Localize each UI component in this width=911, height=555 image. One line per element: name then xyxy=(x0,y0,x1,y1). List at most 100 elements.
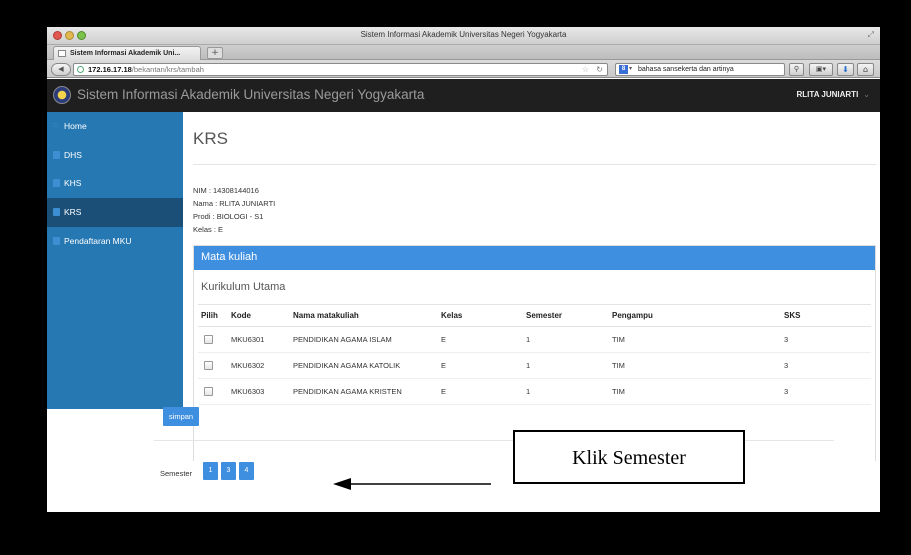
download-icon: ⬇ xyxy=(842,65,849,74)
course-table: Pilih Kode Nama matakuliah Kelas Semeste… xyxy=(198,304,871,405)
window-title: Sistem Informasi Akademik Universitas Ne… xyxy=(360,30,567,39)
back-button[interactable]: ◀ xyxy=(51,63,71,76)
page-title: KRS xyxy=(193,129,228,148)
course-class: E xyxy=(441,326,526,353)
course-name: PENDIDIKAN AGAMA KATOLIK xyxy=(293,352,441,379)
browser-tab[interactable]: Sistem Informasi Akademik Uni... xyxy=(53,46,201,60)
tab-bar: Sistem Informasi Akademik Uni... + xyxy=(47,45,880,60)
divider xyxy=(193,164,876,165)
student-nim: NIM : 14308144016 xyxy=(193,186,259,195)
sidebar-item-dhs[interactable]: DHS xyxy=(47,141,183,170)
home-icon: ⌂ xyxy=(53,120,58,129)
url-host: 172.16.17.18 xyxy=(88,65,132,74)
sidebar-item-label: KRS xyxy=(64,207,82,217)
column-header: Kode xyxy=(231,304,293,327)
column-header: Nama matakuliah xyxy=(293,304,441,327)
table-row: MKU6301 PENDIDIKAN AGAMA ISLAM E 1 TIM 3 xyxy=(198,326,871,353)
navigation-toolbar: ◀ 172.16.17.18/bekantan/krs/tambah ☆ ↻ 8… xyxy=(47,60,880,78)
annotation-callout: Klik Semester xyxy=(513,430,745,484)
course-class: E xyxy=(441,378,526,405)
magnifier-icon: ⚲ xyxy=(793,65,800,73)
course-lecturer: TIM xyxy=(612,352,784,379)
semester-button-1[interactable]: 1 xyxy=(203,462,218,480)
course-name: PENDIDIKAN AGAMA ISLAM xyxy=(293,326,441,353)
search-input[interactable]: 8 ▾ bahasa sansekerta dan artinya xyxy=(615,63,785,76)
bookmarks-button[interactable]: ▣▾ xyxy=(809,63,833,76)
sidebar-item-khs[interactable]: KHS xyxy=(47,169,183,198)
star-icon[interactable]: ☆ xyxy=(582,64,589,75)
document-icon xyxy=(53,179,60,187)
web-page: Sistem Informasi Akademik Universitas Ne… xyxy=(47,79,880,512)
sidebar-item-pendaftaran-mku[interactable]: Pendaftaran MKU xyxy=(47,227,183,256)
home-button[interactable]: ⌂ xyxy=(857,63,874,76)
table-row: MKU6303 PENDIDIKAN AGAMA KRISTEN E 1 TIM… xyxy=(198,378,871,405)
save-button[interactable]: simpan xyxy=(163,407,199,426)
course-sks: 3 xyxy=(784,378,871,405)
search-button[interactable]: ⚲ xyxy=(789,63,804,76)
semester-button-3[interactable]: 3 xyxy=(221,462,236,480)
student-name: Nama : RLITA JUNIARTI xyxy=(193,199,276,208)
semester-button-4[interactable]: 4 xyxy=(239,462,254,480)
sidebar-item-label: DHS xyxy=(64,150,82,160)
user-menu[interactable]: RLITA JUNIARTI ⌄ xyxy=(797,90,870,99)
search-engine-icon[interactable]: 8 xyxy=(619,65,628,74)
sidebar-item-label: Home xyxy=(64,121,87,131)
reload-icon[interactable]: ↻ xyxy=(596,64,603,75)
course-name: PENDIDIKAN AGAMA KRISTEN xyxy=(293,378,441,405)
document-icon xyxy=(53,208,60,216)
annotation-arrow-icon xyxy=(333,478,491,490)
curriculum-heading: Kurikulum Utama xyxy=(201,281,286,293)
column-header: SKS xyxy=(784,304,871,327)
panel-title: Mata kuliah xyxy=(194,246,875,270)
select-cell xyxy=(198,352,231,379)
course-lecturer: TIM xyxy=(612,326,784,353)
bookmarks-icon: ▣▾ xyxy=(815,65,827,73)
select-cell xyxy=(198,326,231,353)
course-semester: 1 xyxy=(526,326,612,353)
column-header: Pilih xyxy=(198,304,231,327)
university-logo xyxy=(53,86,71,104)
home-icon: ⌂ xyxy=(862,65,869,74)
column-header: Pengampu xyxy=(612,304,784,327)
back-icon: ◀ xyxy=(58,65,64,73)
sidebar-item-label: KHS xyxy=(64,178,82,188)
course-class: E xyxy=(441,352,526,379)
course-semester: 1 xyxy=(526,378,612,405)
callout-text: Klik Semester xyxy=(572,447,686,469)
course-sks: 3 xyxy=(784,352,871,379)
user-name: RLITA JUNIARTI xyxy=(796,90,859,99)
table-header-row: Pilih Kode Nama matakuliah Kelas Semeste… xyxy=(198,304,871,327)
globe-icon xyxy=(77,66,84,73)
site-title[interactable]: Sistem Informasi Akademik Universitas Ne… xyxy=(77,87,424,102)
select-cell xyxy=(198,378,231,405)
select-checkbox[interactable] xyxy=(204,387,213,397)
new-tab-button[interactable]: + xyxy=(207,47,223,59)
select-checkbox[interactable] xyxy=(204,361,213,371)
sidebar: ⌂ Home DHS KHS KRS Pendaftaran MKU xyxy=(47,112,183,409)
student-class: Kelas : E xyxy=(193,225,224,234)
student-prodi: Prodi : BIOLOGI - S1 xyxy=(193,212,264,221)
select-checkbox[interactable] xyxy=(204,335,213,345)
download-button[interactable]: ⬇ xyxy=(837,63,854,76)
document-icon xyxy=(53,237,60,245)
course-sks: 3 xyxy=(784,326,871,353)
address-bar[interactable]: 172.16.17.18/bekantan/krs/tambah ☆ ↻ xyxy=(73,63,608,76)
fullscreen-icon[interactable]: ⤢ xyxy=(868,30,874,40)
chevron-down-icon: ▾ xyxy=(629,66,633,72)
sidebar-item-home[interactable]: ⌂ Home xyxy=(47,112,183,141)
course-code: MKU6301 xyxy=(231,326,293,353)
sidebar-item-label: Pendaftaran MKU xyxy=(64,236,132,246)
sidebar-item-krs[interactable]: KRS xyxy=(47,198,183,227)
site-navbar: Sistem Informasi Akademik Universitas Ne… xyxy=(47,79,880,112)
column-header: Kelas xyxy=(441,304,526,327)
page-favicon-icon xyxy=(58,50,66,57)
search-input-value: bahasa sansekerta dan artinya xyxy=(638,66,734,73)
tab-title: Sistem Informasi Akademik Uni... xyxy=(70,50,181,57)
document-icon xyxy=(53,151,60,159)
chevron-down-icon: ⌄ xyxy=(863,90,870,99)
column-header: Semester xyxy=(526,304,612,327)
screenshot-frame: Sistem Informasi Akademik Universitas Ne… xyxy=(0,0,911,555)
url-path: /bekantan/krs/tambah xyxy=(131,65,204,74)
course-code: MKU6303 xyxy=(231,378,293,405)
course-semester: 1 xyxy=(526,352,612,379)
